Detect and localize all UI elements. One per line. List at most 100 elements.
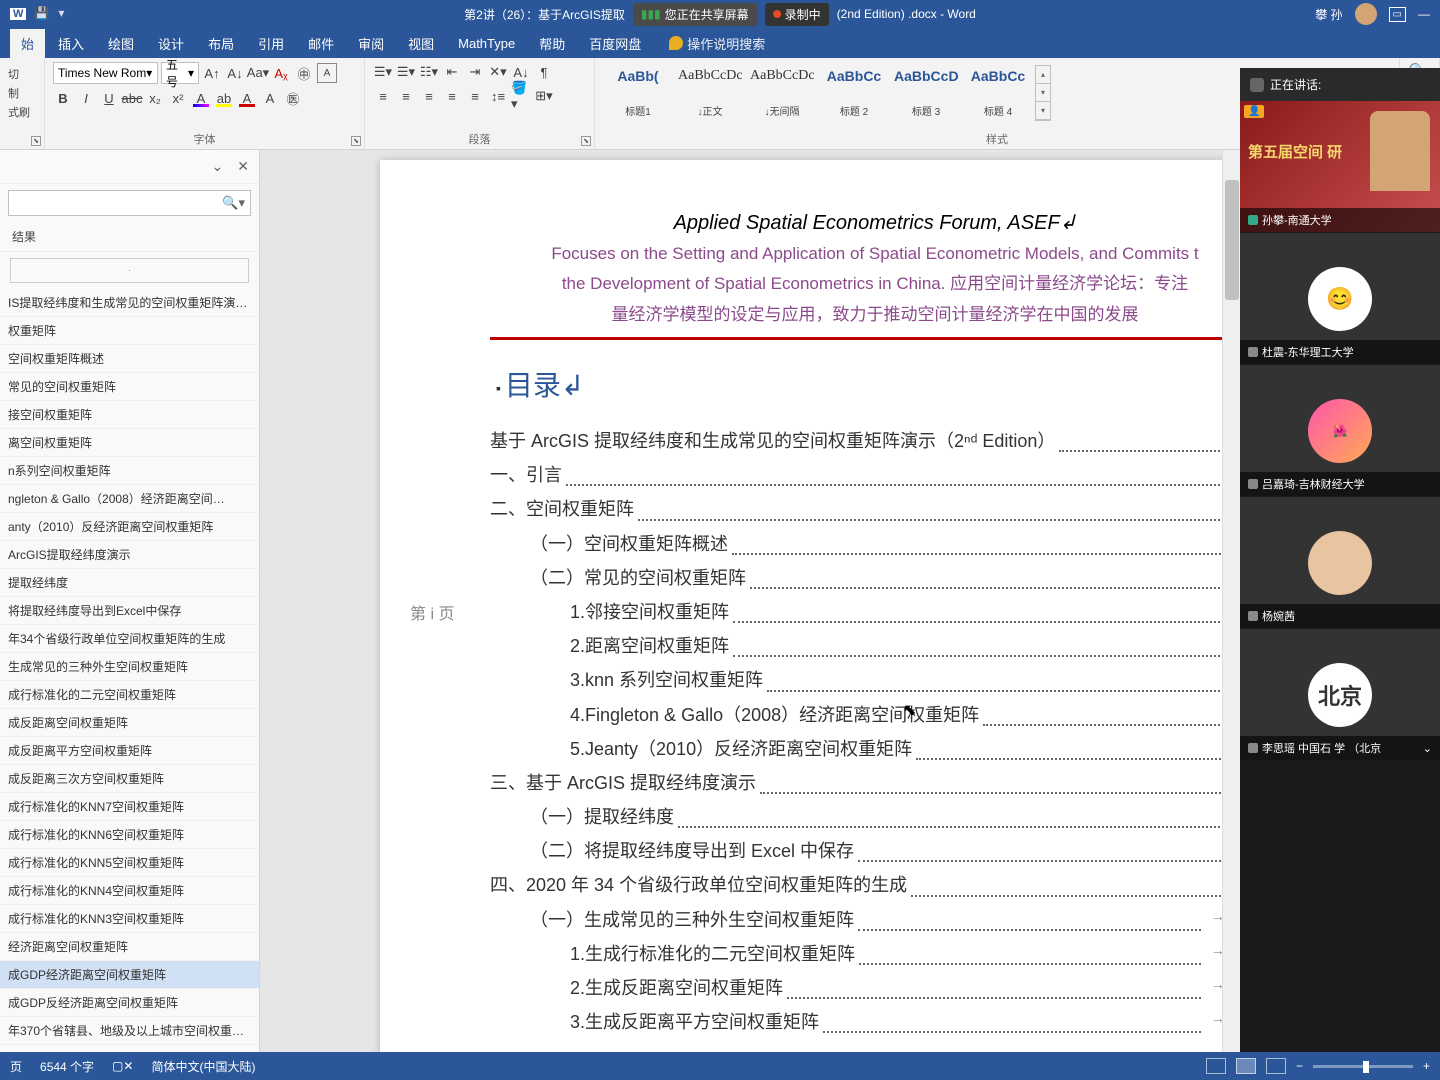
underline-button[interactable]: U [99,88,119,108]
toc-entry[interactable]: 3.knn 系列空间权重矩阵→ [490,663,1260,697]
participant[interactable]: 😊 杜震-东华理工大学 [1240,233,1440,365]
print-layout-icon[interactable] [1236,1058,1256,1074]
tab-insert[interactable]: 插入 [47,29,95,58]
toc-entry[interactable]: 四、2020 年 34 个省级行政单位空间权重矩阵的生成15↲ [490,868,1260,902]
bold-button[interactable]: B [53,88,73,108]
style-heading3[interactable]: AaBbCcD标题 3 [891,65,961,121]
word-count[interactable]: 6544 个字 [40,1058,94,1075]
borders-icon[interactable]: ⊞▾ [534,86,554,106]
decrease-font-icon[interactable]: A↓ [225,63,245,83]
nav-item[interactable]: 常见的空间权重矩阵 [0,373,259,401]
italic-button[interactable]: I [76,88,96,108]
show-marks-icon[interactable]: ¶ [534,62,554,82]
toc-entry[interactable]: 一、引言 → [490,458,1260,492]
style-heading2[interactable]: AaBbCc标题 2 [819,65,889,121]
toc-entry[interactable]: （一）生成常见的三种外生空间权重矩阵 →15↲ [490,903,1260,937]
font-size-combo[interactable]: 五号 ▾ [161,62,199,84]
tab-baidu[interactable]: 百度网盘 [578,29,652,58]
spellcheck-icon[interactable]: ▢✕ [112,1059,133,1073]
toc-entry[interactable]: （二）将提取经纬度导出到 Excel 中保存12↲ [490,834,1260,868]
nav-item[interactable]: 成行标准化的KNN4空间权重矩阵 [0,877,259,905]
style-normal[interactable]: AaBbCcDc↓正文 [675,65,745,121]
superscript-button[interactable]: x² [168,88,188,108]
format-painter-button[interactable]: 式刷 [8,104,36,120]
nav-item[interactable]: 成反距离空间权重矩阵 [0,709,259,737]
para-dialog-icon[interactable]: ⬊ [581,136,591,146]
tab-layout[interactable]: 布局 [197,29,245,58]
sort-icon[interactable]: A↓ [511,62,531,82]
enclose-char-icon[interactable]: ㊩ [283,88,303,108]
toc-entry[interactable]: 1.邻接空间权重矩阵 → [490,595,1260,629]
nav-item[interactable]: anty（2010）反经济距离空间权重矩阵 [0,513,259,541]
language-indicator[interactable]: 简体中文(中国大陆) [151,1058,255,1075]
nav-item[interactable]: 生成邻接矩阵和反距离矩阵 [0,1045,259,1052]
toc-entry[interactable]: 2.距离空间权重矩阵 → [490,629,1260,663]
web-layout-icon[interactable] [1266,1058,1286,1074]
nav-item[interactable]: ngleton & Gallo（2008）经济距离空间… [0,485,259,513]
minimize-icon[interactable]: — [1418,7,1430,21]
nav-item[interactable]: ArcGIS提取经纬度演示 [0,541,259,569]
font-color-icon[interactable]: A [237,88,257,108]
toc-entry[interactable]: 2.生成反距离空间权重矩阵 →16↲ [490,971,1260,1005]
copy-button[interactable]: 制 [8,85,36,101]
nav-item[interactable]: 成行标准化的KNN5空间权重矩阵 [0,849,259,877]
participant[interactable]: 🌺 吕嘉琦-吉林财经大学 [1240,365,1440,497]
char-border-icon[interactable]: A [317,63,337,83]
align-left-icon[interactable]: ≡ [373,86,393,106]
save-icon[interactable]: 💾 [34,6,50,22]
zoom-out-icon[interactable]: − [1296,1059,1303,1073]
toc-entry[interactable]: 三、基于 ArcGIS 提取经纬度演示 → [490,766,1260,800]
decrease-indent-icon[interactable]: ⇤ [442,62,462,82]
toc-entry[interactable]: （一）空间权重矩阵概述 → [490,527,1260,561]
nav-headings-list[interactable]: · IS提取经纬度和生成常见的空间权重矩阵演… 权重矩阵空间权重矩阵概述常见的空… [0,252,259,1052]
distribute-icon[interactable]: ≡ [465,86,485,106]
cut-button[interactable]: 切 [8,66,36,82]
font-name-combo[interactable]: Times New Rom ▾ [53,62,158,84]
nav-item[interactable]: 接空间权重矩阵 [0,401,259,429]
zoom-slider[interactable] [1313,1065,1413,1068]
toc-entry[interactable]: 1.生成行标准化的二元空间权重矩阵 →15↲ [490,937,1260,971]
clear-format-icon[interactable]: Aᵪ [271,63,291,83]
page-indicator[interactable]: 页 [10,1058,22,1075]
multilevel-icon[interactable]: ☷▾ [419,62,439,82]
font-dialog-icon[interactable]: ⬊ [351,136,361,146]
subscript-button[interactable]: x₂ [145,88,165,108]
nav-search[interactable]: 🔍▾ [8,190,251,216]
zoom-in-icon[interactable]: + [1423,1059,1430,1073]
styles-more-icon[interactable]: ▴▾▾ [1035,65,1051,121]
toc-entry[interactable]: 二、空间权重矩阵 → [490,492,1260,526]
align-center-icon[interactable]: ≡ [396,86,416,106]
tab-references[interactable]: 引用 [247,29,295,58]
page[interactable]: Applied Spatial Econometrics Forum, ASEF… [380,160,1320,1052]
change-case-icon[interactable]: Aa▾ [248,63,268,83]
tell-me-search[interactable]: 操作说明搜索 [669,34,765,53]
tab-mathtype[interactable]: MathType [447,31,526,56]
nav-search-input[interactable] [8,190,251,216]
qat-more-icon[interactable]: ▾ [58,6,74,22]
nav-blank-item[interactable]: · [10,258,249,283]
nav-item[interactable]: 成行标准化的二元空间权重矩阵 [0,681,259,709]
toc-entry[interactable]: 4.Fingleton & Gallo（2008）经济距离空间权重矩阵 → [490,698,1260,732]
scrollbar-thumb[interactable] [1225,180,1239,300]
justify-icon[interactable]: ≡ [442,86,462,106]
nav-item[interactable]: 成反距离三次方空间权重矩阵 [0,765,259,793]
style-heading4[interactable]: AaBbCc标题 4 [963,65,1033,121]
nav-item[interactable]: 年34个省级行政单位空间权重矩阵的生成 [0,625,259,653]
clipboard-dialog-icon[interactable]: ⬊ [31,136,41,146]
toc-entry[interactable]: （二）常见的空间权重矩阵 → [490,561,1260,595]
line-spacing-icon[interactable]: ↕≡ [488,86,508,106]
nav-item[interactable]: 提取经纬度 [0,569,259,597]
asian-layout-icon[interactable]: ✕▾ [488,62,508,82]
tab-review[interactable]: 审阅 [347,29,395,58]
nav-item[interactable]: IS提取经纬度和生成常见的空间权重矩阵演… [0,289,259,317]
search-icon[interactable]: 🔍▾ [222,195,245,211]
nav-item[interactable]: 成行标准化的KNN3空间权重矩阵 [0,905,259,933]
tab-draw[interactable]: 绘图 [97,29,145,58]
nav-item[interactable]: 空间权重矩阵概述 [0,345,259,373]
nav-tab-results[interactable]: 结果 [0,222,259,252]
nav-item[interactable]: 年370个省辖县、地级及以上城市空间权重… [0,1017,259,1045]
nav-item[interactable]: 权重矩阵 [0,317,259,345]
ribbon-display-icon[interactable]: ▭ [1389,7,1406,22]
participant[interactable]: 北京 李思瑶 中国石 学 （北京⌄ [1240,629,1440,761]
nav-item[interactable]: 成GDP经济距离空间权重矩阵 [0,961,259,989]
